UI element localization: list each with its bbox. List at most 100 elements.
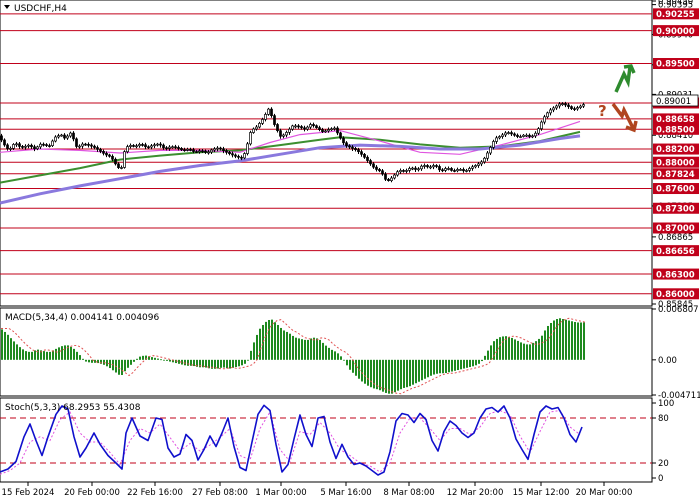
macd-panel: 0.0068070.00-0.004711 MACD(5,34,4) 0.004…: [0, 305, 700, 401]
macd-bar: [514, 339, 516, 360]
stoch-tick-label: 100: [658, 399, 674, 409]
macd-bar: [223, 359, 225, 368]
macd-bar: [538, 338, 540, 360]
macd-bar: [166, 359, 168, 361]
macd-bar: [379, 359, 381, 391]
level-label: 0.88000: [656, 158, 695, 168]
macd-bar: [256, 334, 258, 360]
time-tick-label: 15 Mar 12:00: [513, 488, 570, 498]
macd-bar: [331, 349, 333, 360]
macd-bar: [265, 321, 267, 360]
macd-bar: [34, 350, 36, 360]
macd-tick-label: 0.006807: [658, 305, 699, 315]
macd-bar: [355, 359, 357, 376]
macd-bar: [151, 357, 153, 360]
macd-bar: [364, 359, 366, 384]
macd-bar: [463, 359, 465, 369]
macd-bar: [46, 351, 48, 360]
candle: [243, 152, 246, 160]
macd-bar: [571, 321, 573, 360]
macd-bar: [409, 359, 411, 387]
macd-bar: [397, 359, 399, 391]
level-label: 0.88200: [656, 145, 695, 155]
macd-bar: [523, 343, 525, 360]
macd-bar: [376, 359, 378, 390]
macd-bar: [226, 359, 228, 369]
macd-bar: [127, 359, 129, 368]
macd-bar: [88, 359, 90, 363]
macd-bar: [136, 358, 138, 360]
macd-bar: [4, 331, 6, 360]
macd-bar: [436, 359, 438, 374]
macd-bar: [259, 328, 261, 360]
macd-bar: [52, 350, 54, 360]
macd-bar: [64, 345, 66, 360]
time-tick-label: 20 Mar 00:00: [576, 488, 633, 498]
macd-bar: [217, 359, 219, 369]
macd-bar: [517, 340, 519, 360]
macd-bar: [241, 359, 243, 366]
macd-tick-label: 0.00: [658, 356, 677, 366]
stochastic-axis: 100 80 20 0: [652, 399, 674, 484]
macd-bar: [70, 346, 72, 360]
stoch-tick-label: 80: [658, 414, 669, 424]
macd-bar: [118, 359, 120, 375]
macd-bar: [130, 359, 132, 365]
macd-bar: [340, 356, 342, 360]
level-label: 0.87824: [656, 170, 695, 180]
macd-bar: [304, 339, 306, 360]
macd-bar: [286, 331, 288, 360]
symbol-selector[interactable]: USDCHF,H4: [4, 4, 67, 14]
macd-bar: [160, 359, 162, 361]
macd-bar: [391, 359, 393, 394]
macd-bar: [442, 359, 444, 374]
trading-chart: 0.904500.903950.899400.894800.890310.884…: [0, 0, 700, 498]
candle: [273, 113, 276, 127]
macd-bar: [49, 351, 51, 360]
macd-bar: [367, 359, 369, 386]
macd-bar: [406, 359, 408, 388]
macd-bar: [79, 355, 81, 360]
macd-bar: [28, 351, 30, 360]
macd-bar: [319, 339, 321, 360]
candle: [75, 137, 78, 149]
macd-bar: [238, 359, 240, 367]
macd-bar: [457, 359, 459, 371]
macd-bar: [583, 322, 585, 360]
macd-title: MACD(5,34,4) 0.004141 0.004096: [5, 313, 160, 323]
macd-bar: [289, 333, 291, 360]
level-label: 0.86656: [656, 247, 695, 257]
macd-bar: [235, 359, 237, 368]
macd-bar: [508, 336, 510, 360]
macd-bar: [493, 341, 495, 360]
macd-bar: [565, 319, 567, 360]
macd-bar: [163, 359, 165, 361]
macd-bar: [460, 359, 462, 370]
macd-bar: [7, 334, 9, 360]
macd-bar: [247, 359, 249, 361]
time-tick-label: 15 Feb 2024: [2, 488, 55, 498]
level-label: 0.87000: [656, 224, 695, 234]
macd-bar: [334, 351, 336, 360]
macd-bar: [415, 359, 417, 384]
macd-bar: [328, 347, 330, 360]
symbol-title: USDCHF,H4: [14, 4, 67, 14]
macd-bar: [19, 347, 21, 360]
macd-bar: [388, 359, 390, 394]
macd-bar: [499, 337, 501, 360]
level-label: 0.86300: [656, 270, 695, 280]
macd-bar: [520, 342, 522, 360]
macd-bar: [205, 359, 207, 368]
macd-bar: [16, 344, 18, 360]
macd-bar: [451, 359, 453, 372]
macd-axis: 0.0068070.00-0.004711: [652, 305, 700, 401]
macd-bar: [541, 335, 543, 360]
level-label: 0.88658: [656, 115, 695, 125]
macd-bar: [280, 327, 282, 360]
level-label: 0.88500: [656, 126, 695, 136]
macd-bar: [562, 319, 564, 360]
macd-bar: [142, 355, 144, 360]
macd-bar: [316, 338, 318, 360]
macd-bar: [76, 351, 78, 360]
macd-bar: [220, 359, 222, 368]
